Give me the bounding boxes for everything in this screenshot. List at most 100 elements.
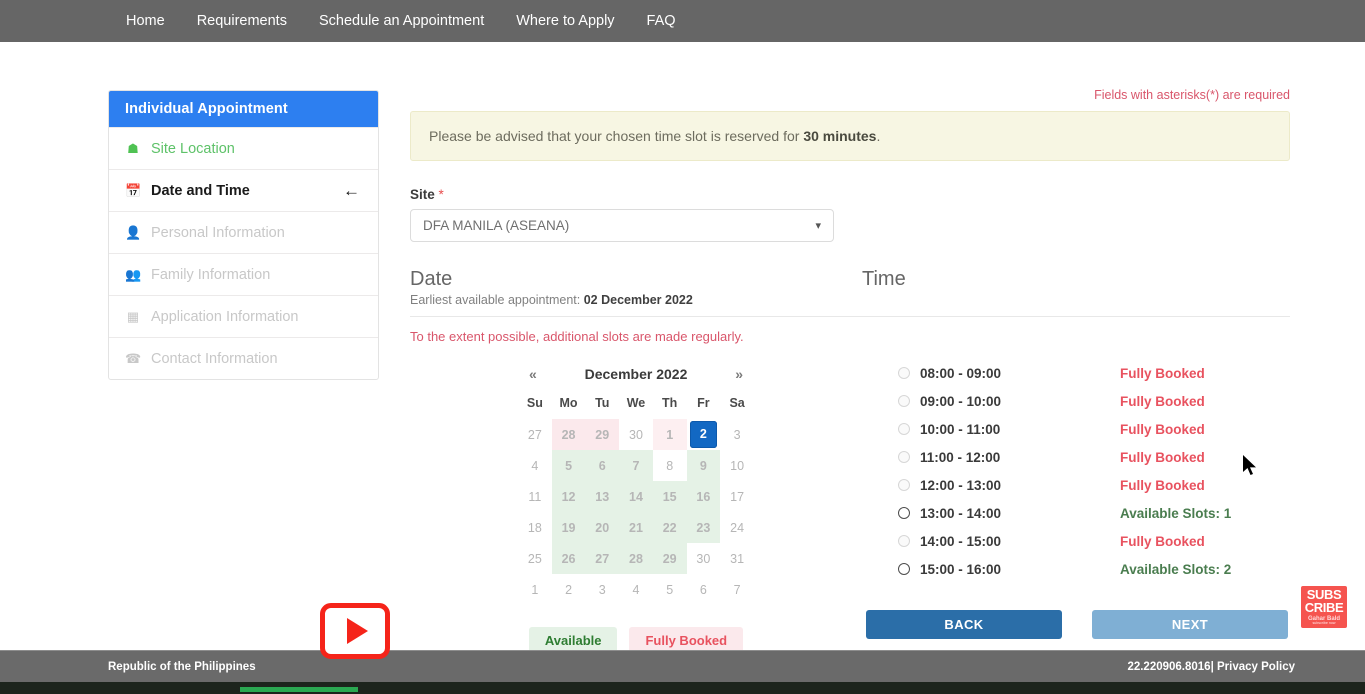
time-slot-row: 10:00 - 11:00 Fully Booked bbox=[862, 415, 1290, 443]
nav-item-where-to-apply[interactable]: Where to Apply bbox=[500, 0, 630, 42]
calendar-day-31: 31 bbox=[730, 551, 745, 566]
subscribe-badge[interactable]: SUBS CRIBE Gahar Bald subscribe now bbox=[1301, 586, 1347, 628]
time-slot-status: Available Slots: 1 bbox=[1120, 505, 1232, 521]
calendar-day-12[interactable]: 12 bbox=[551, 481, 586, 512]
time-slot-row: 08:00 - 09:00 Fully Booked bbox=[862, 359, 1290, 387]
alert-text-prefix: Please be advised that your chosen time … bbox=[429, 128, 804, 144]
sidebar-item-contact-information[interactable]: ☎ Contact Information bbox=[109, 337, 378, 379]
calendar-day-7: 7 bbox=[733, 582, 741, 597]
sidebar-item-date-and-time[interactable]: 📅 Date and Time ← bbox=[109, 169, 378, 211]
time-slot-row: 11:00 - 12:00 Fully Booked bbox=[862, 443, 1290, 471]
calendar-day-7[interactable]: 7 bbox=[619, 450, 653, 481]
calendar-day-27[interactable]: 27 bbox=[585, 543, 620, 574]
prev-month-button[interactable]: « bbox=[524, 366, 542, 382]
sidebar-item-personal-information[interactable]: 👤 Personal Information bbox=[109, 211, 378, 253]
sidebar-item-site-location[interactable]: ☗ Site Location bbox=[109, 127, 378, 169]
calendar-day-20[interactable]: 20 bbox=[585, 512, 620, 543]
back-button[interactable]: BACK bbox=[866, 610, 1062, 639]
sidebar-item-label: Application Information bbox=[151, 308, 299, 325]
time-slot-label: 13:00 - 14:00 bbox=[920, 505, 1002, 521]
phone-icon: ☎ bbox=[125, 350, 142, 366]
time-slot-status: Fully Booked bbox=[1120, 533, 1205, 549]
sidebar-item-family-information[interactable]: 👥 Family Information bbox=[109, 253, 378, 295]
calendar-day-25: 25 bbox=[527, 551, 542, 566]
earliest-appointment: Earliest available appointment: 02 Decem… bbox=[410, 293, 862, 307]
form-actions: BACK NEXT bbox=[866, 610, 1288, 639]
calendar-weekday: Sa bbox=[729, 396, 745, 410]
earliest-date: 02 December 2022 bbox=[583, 293, 693, 307]
selected-day-chip: 2 bbox=[689, 421, 717, 448]
time-slot-label: 11:00 - 12:00 bbox=[920, 449, 1001, 465]
next-button[interactable]: NEXT bbox=[1092, 610, 1288, 639]
time-section-title: Time bbox=[862, 268, 906, 290]
calendar-body: 27 28 29 30 1 2 3 4 5 6 7 8 9 10 11 12 13 14 15 16 17 18 19 20 2… bbox=[518, 419, 754, 605]
calendar-day-13[interactable]: 13 bbox=[585, 481, 620, 512]
calendar-day-9[interactable]: 9 bbox=[686, 450, 721, 481]
calendar-day-28[interactable]: 28 bbox=[619, 543, 653, 574]
main-content: Fields with asterisks(*) are required Pl… bbox=[410, 88, 1290, 654]
main-navigation: Home Requirements Schedule an Appointmen… bbox=[0, 0, 1365, 42]
calendar-weekday: Mo bbox=[559, 396, 578, 410]
calendar-day-21[interactable]: 21 bbox=[619, 512, 653, 543]
calendar-icon: 📅 bbox=[125, 182, 142, 198]
time-slot-row: 14:00 - 15:00 Fully Booked bbox=[862, 527, 1290, 555]
calendar-day-26[interactable]: 26 bbox=[551, 543, 586, 574]
time-slot-radio[interactable] bbox=[898, 563, 910, 575]
datepicker: « December 2022 » Su Mo Tu We Th Fr Sa 27 28 29 3… bbox=[518, 366, 754, 605]
calendar-day-5[interactable]: 5 bbox=[551, 450, 586, 481]
time-slot-row: 09:00 - 10:00 Fully Booked bbox=[862, 387, 1290, 415]
date-time-columns: Date Earliest available appointment: 02 … bbox=[410, 268, 1290, 654]
required-fields-note: Fields with asterisks(*) are required bbox=[1094, 88, 1290, 102]
video-progress-indicator[interactable] bbox=[240, 687, 358, 692]
calendar-day-2[interactable]: 2 bbox=[687, 419, 721, 450]
calendar-day-11: 11 bbox=[528, 489, 542, 504]
sidebar-item-application-information[interactable]: ▦ Application Information bbox=[109, 295, 378, 337]
calendar-week-row: 27 28 29 30 1 2 3 bbox=[518, 419, 754, 450]
calendar-day-14[interactable]: 14 bbox=[619, 481, 653, 512]
calendar-day-6[interactable]: 6 bbox=[585, 450, 620, 481]
calendar-day-19[interactable]: 19 bbox=[551, 512, 586, 543]
nav-item-requirements[interactable]: Requirements bbox=[181, 0, 303, 42]
calendar-week-row: 1 2 3 4 5 6 7 bbox=[518, 574, 754, 605]
site-select[interactable]: DFA MANILA (ASEANA) ▾ bbox=[410, 209, 834, 242]
nav-item-schedule[interactable]: Schedule an Appointment bbox=[303, 0, 500, 42]
sidebar-item-label: Personal Information bbox=[151, 224, 285, 241]
date-section-title: Date bbox=[410, 268, 453, 290]
calendar-header: « December 2022 » bbox=[518, 366, 754, 392]
calendar-day-6: 6 bbox=[699, 582, 707, 597]
time-slot-row[interactable]: 13:00 - 14:00 Available Slots: 1 bbox=[862, 499, 1290, 527]
sidebar-item-label: Date and Time bbox=[151, 182, 250, 199]
time-slot-row[interactable]: 15:00 - 16:00 Available Slots: 2 bbox=[862, 555, 1290, 583]
calendar-day-3: 3 bbox=[733, 427, 741, 442]
time-slot-label: 15:00 - 16:00 bbox=[920, 561, 1002, 577]
site-label-text: Site bbox=[410, 187, 435, 202]
youtube-play-button-icon[interactable] bbox=[320, 603, 390, 659]
time-slot-label: 14:00 - 15:00 bbox=[920, 533, 1002, 549]
subscribe-line-4: subscribe now bbox=[1312, 620, 1336, 625]
user-icon: 👤 bbox=[125, 224, 142, 240]
subscribe-line-1: SUBS bbox=[1306, 587, 1342, 602]
next-month-button[interactable]: » bbox=[730, 366, 748, 382]
sidebar-title: Individual Appointment bbox=[109, 91, 378, 127]
time-slot-radio bbox=[898, 395, 910, 407]
nav-item-home[interactable]: Home bbox=[110, 0, 181, 42]
alert-text-suffix: . bbox=[876, 128, 881, 144]
time-slot-radio[interactable] bbox=[898, 507, 910, 519]
calendar-day-22[interactable]: 22 bbox=[652, 512, 687, 543]
time-slot-status: Available Slots: 2 bbox=[1120, 561, 1232, 577]
time-slot-radio bbox=[898, 479, 910, 491]
calendar-day-29[interactable]: 29 bbox=[652, 543, 687, 574]
time-slot-status: Fully Booked bbox=[1120, 449, 1205, 465]
sidebar-item-label: Site Location bbox=[151, 140, 235, 157]
video-player-bar[interactable] bbox=[0, 682, 1365, 694]
calendar-day-16[interactable]: 16 bbox=[686, 481, 721, 512]
mouse-cursor-icon bbox=[1243, 455, 1256, 475]
earliest-prefix: Earliest available appointment: bbox=[410, 293, 584, 307]
calendar-day-15[interactable]: 15 bbox=[652, 481, 687, 512]
calendar-day-23[interactable]: 23 bbox=[686, 512, 721, 543]
privacy-policy-link[interactable]: Privacy Policy bbox=[1217, 661, 1295, 673]
calendar-week-row: 25 26 27 28 29 30 31 bbox=[518, 543, 754, 574]
nav-item-faq[interactable]: FAQ bbox=[631, 0, 692, 42]
form-icon: ▦ bbox=[126, 308, 140, 324]
time-divider bbox=[862, 316, 1290, 317]
